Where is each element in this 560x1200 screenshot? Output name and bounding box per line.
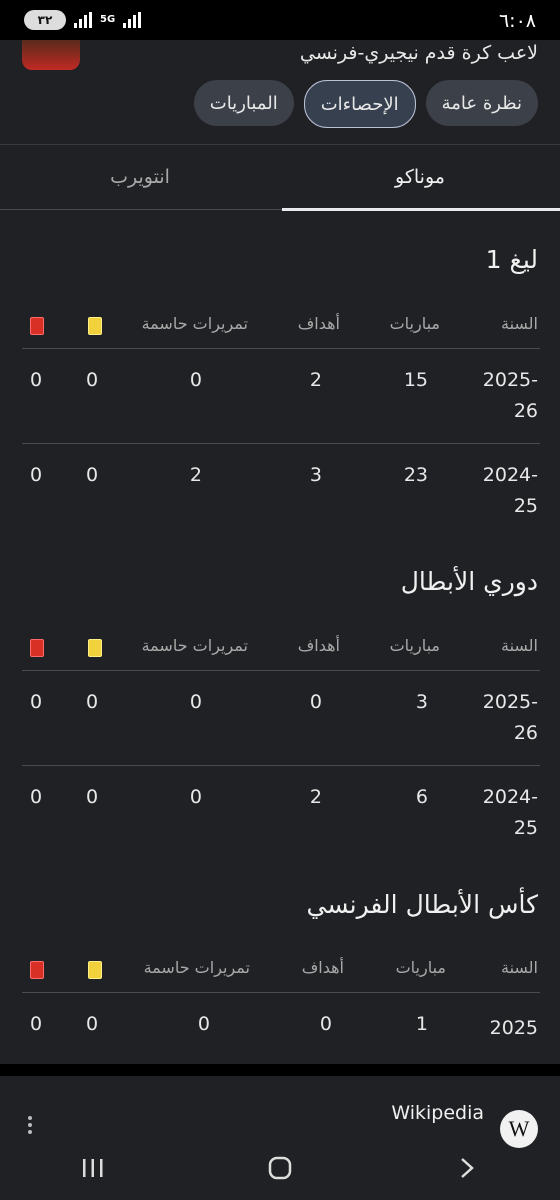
cell-goals: 0 <box>319 1013 332 1035</box>
cell-yellow: 0 <box>86 1013 99 1035</box>
yellow-card-icon <box>88 639 102 657</box>
tab-monaco[interactable]: موناكو <box>280 145 560 209</box>
col-goals: أهداف <box>301 958 344 977</box>
table-header: السنة مباريات أهداف تمريرات حاسمة <box>22 302 540 349</box>
back-button[interactable] <box>437 1148 497 1188</box>
competition-title: كأس الأبطال الفرنسي <box>306 890 538 919</box>
col-assists: تمريرات حاسمة <box>143 958 250 977</box>
table-row: 2025-26 3 0 0 0 0 <box>22 671 540 766</box>
player-avatar[interactable] <box>22 40 80 70</box>
status-bar: ٣٢ 5G ٦:٠٨ <box>0 0 560 40</box>
status-icons: ٣٢ 5G <box>24 10 142 30</box>
col-year: السنة <box>501 636 538 655</box>
cell-year: 2025-26 <box>482 369 538 422</box>
home-button[interactable] <box>250 1148 310 1188</box>
table-row: 2024-25 6 2 0 0 0 <box>22 766 540 860</box>
cell-year: 2024-25 <box>482 786 538 839</box>
cell-red: 0 <box>30 369 43 391</box>
yellow-card-icon <box>88 317 102 335</box>
red-card-icon <box>30 961 44 979</box>
cell-assists: 0 <box>197 1013 210 1035</box>
system-nav-bar <box>0 1136 560 1200</box>
red-card-icon <box>30 639 44 657</box>
competition-title: ليغ 1 <box>485 245 538 274</box>
cell-goals: 3 <box>309 464 322 486</box>
cell-red: 0 <box>30 691 43 713</box>
cell-red: 0 <box>30 1013 43 1035</box>
red-card-icon <box>30 317 44 335</box>
cell-matches: 15 <box>403 369 428 391</box>
network-type: 5G <box>100 14 116 25</box>
cell-yellow: 0 <box>86 691 99 713</box>
status-time: ٦:٠٨ <box>498 10 536 32</box>
cell-yellow: 0 <box>86 369 99 391</box>
player-subtitle: لاعب كرة قدم نيجيري-فرنسي <box>299 42 538 64</box>
source-label[interactable]: Wikipedia <box>391 1102 484 1124</box>
col-matches: مباريات <box>389 314 440 333</box>
signal-icon-2 <box>123 12 142 28</box>
selected-tab-indicator <box>282 208 560 211</box>
cell-goals: 2 <box>309 369 322 391</box>
chip-stats[interactable]: الإحصاءات <box>303 80 416 128</box>
cell-year: 2025-26 <box>482 691 538 744</box>
col-matches: مباريات <box>389 636 440 655</box>
cell-goals: 0 <box>309 691 322 713</box>
cell-assists: 2 <box>189 464 202 486</box>
competition-title: دوري الأبطال <box>400 567 538 596</box>
chip-overview[interactable]: نظرة عامة <box>425 80 538 126</box>
recent-apps-button[interactable] <box>63 1148 123 1188</box>
cell-red: 0 <box>30 786 43 808</box>
stats-card: لاعب كرة قدم نيجيري-فرنسي نظرة عامة الإح… <box>0 40 560 1064</box>
cell-assists: 0 <box>189 786 202 808</box>
section-chips: نظرة عامة الإحصاءات المباريات <box>193 80 538 128</box>
table-header: السنة مباريات أهداف تمريرات حاسمة <box>22 946 540 993</box>
home-icon <box>268 1156 292 1180</box>
recent-apps-icon <box>83 1159 103 1177</box>
cell-assists: 0 <box>189 369 202 391</box>
cell-red: 0 <box>30 464 43 486</box>
chip-matches[interactable]: المباريات <box>193 80 294 126</box>
col-goals: أهداف <box>297 314 340 333</box>
col-assists: تمريرات حاسمة <box>141 636 248 655</box>
col-goals: أهداف <box>297 636 340 655</box>
more-options-icon[interactable] <box>28 1116 32 1134</box>
cell-matches: 23 <box>403 464 428 486</box>
cell-goals: 2 <box>309 786 322 808</box>
table-row: 2025 1 0 0 0 0 <box>22 993 540 1057</box>
cell-yellow: 0 <box>86 464 99 486</box>
signal-icon <box>74 12 92 28</box>
cell-year: 2025 <box>489 1017 538 1039</box>
col-matches: مباريات <box>395 958 446 977</box>
col-year: السنة <box>501 314 538 333</box>
battery-icon: ٣٢ <box>24 10 66 30</box>
team-tabs: موناكو انتويرب <box>0 144 560 211</box>
table-header: السنة مباريات أهداف تمريرات حاسمة <box>22 624 540 671</box>
yellow-card-icon <box>88 961 102 979</box>
tab-antwerp[interactable]: انتويرب <box>0 145 280 209</box>
col-year: السنة <box>501 958 538 977</box>
cell-matches: 1 <box>415 1013 428 1035</box>
cell-year: 2024-25 <box>482 464 538 517</box>
col-assists: تمريرات حاسمة <box>141 314 248 333</box>
back-chevron-icon <box>460 1158 474 1178</box>
table-row: 2024-25 23 3 2 0 0 <box>22 444 540 538</box>
cell-yellow: 0 <box>86 786 99 808</box>
cell-matches: 6 <box>415 786 428 808</box>
cell-matches: 3 <box>415 691 428 713</box>
table-row: 2025-26 15 2 0 0 0 <box>22 349 540 444</box>
cell-assists: 0 <box>189 691 202 713</box>
